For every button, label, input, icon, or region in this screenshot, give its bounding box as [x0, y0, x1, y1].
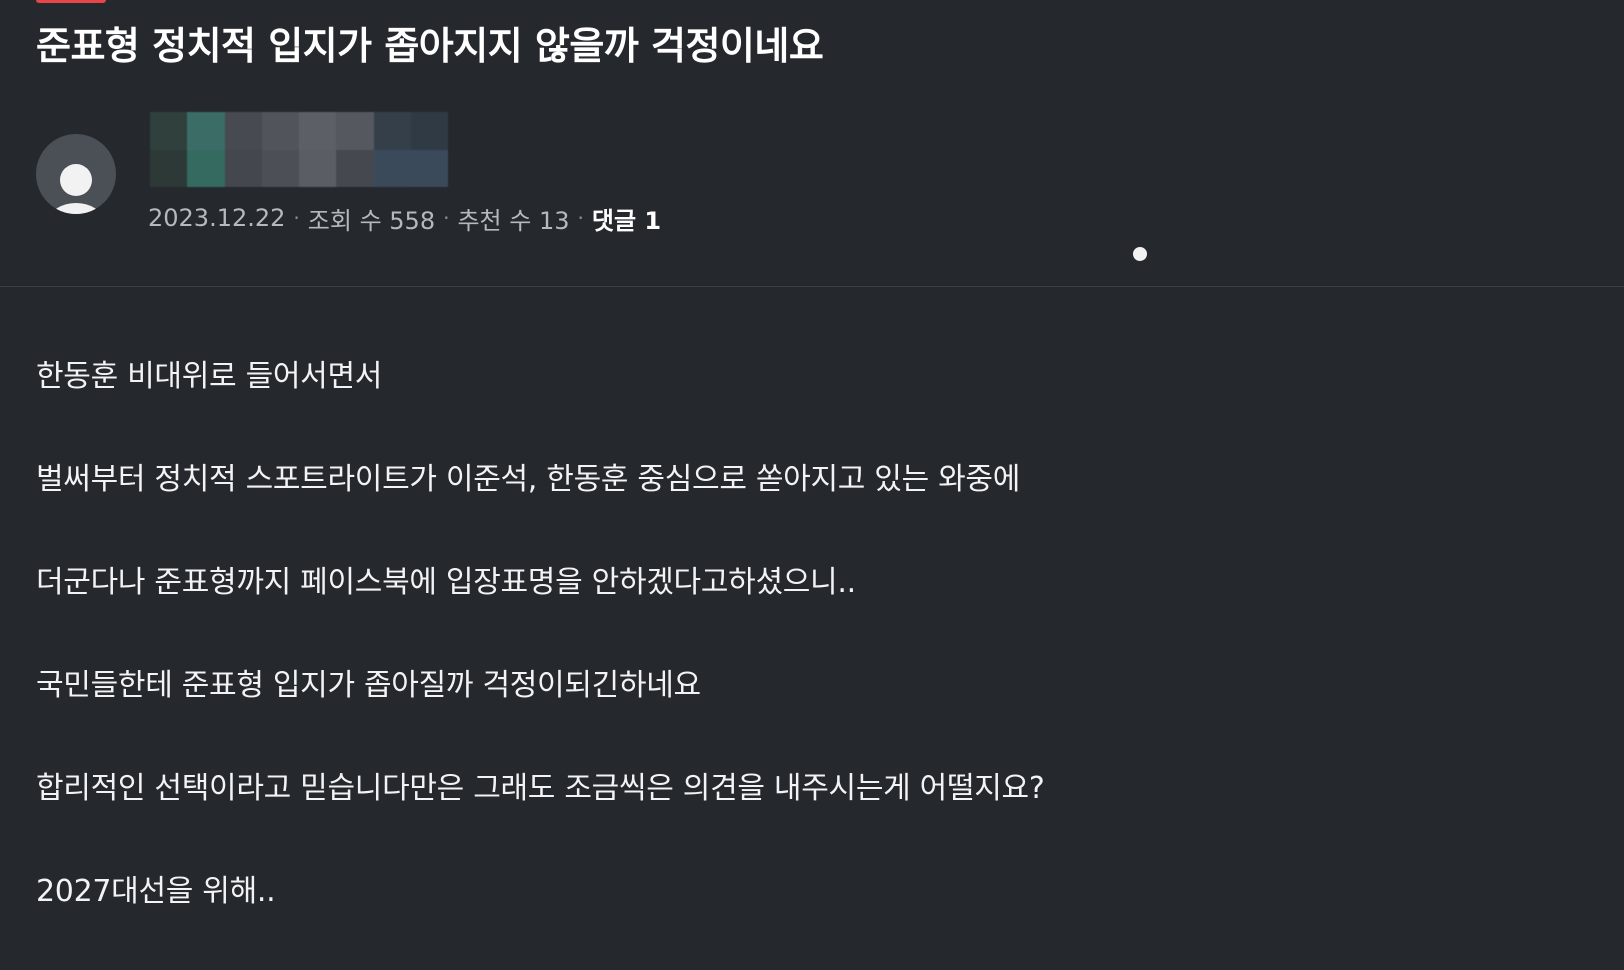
body-paragraph: 국민들한테 준표형 입지가 좁아질까 걱정이되긴하네요 [36, 668, 701, 703]
redaction-pixel [150, 112, 188, 150]
body-paragraph: 2027대선을 위해.. [36, 874, 276, 909]
redaction-pixel [410, 112, 448, 150]
mouse-cursor-dot [1133, 247, 1147, 261]
comment-count-link[interactable]: 댓글 1 [592, 201, 661, 236]
body-paragraph: 한동훈 비대위로 들어서면서 [36, 359, 383, 394]
author-section: 2023.12.22 · 조회 수 558 · 추천 수 13 · 댓글 1 [36, 112, 1576, 262]
redaction-pixel [373, 112, 411, 150]
header-divider [0, 286, 1624, 287]
view-count: 조회 수 558 [307, 206, 436, 235]
post-body: 한동훈 비대위로 들어서면서 벌써부터 정치적 스포트라이트가 이준석, 한동훈… [36, 352, 1536, 970]
post-date: 2023.12.22 [148, 204, 286, 232]
author-avatar[interactable] [36, 134, 116, 214]
redaction-pixel [187, 149, 225, 187]
meta-separator: · [293, 206, 300, 230]
redaction-pixel [261, 112, 299, 150]
redaction-pixel [187, 112, 225, 150]
redaction-pixel [299, 149, 337, 187]
body-paragraph: 벌써부터 정치적 스포트라이트가 이준석, 한동훈 중심으로 쏟아지고 있는 와… [36, 462, 1021, 497]
redaction-pixel [224, 112, 262, 150]
top-accent-bar [36, 0, 106, 3]
recommendation-count: 추천 수 13 [457, 206, 570, 235]
redaction-pixel [373, 149, 411, 187]
meta-separator: · [577, 206, 584, 230]
redaction-pixel [224, 149, 262, 187]
redaction-pixel [261, 149, 299, 187]
post-meta: 2023.12.22 · 조회 수 558 · 추천 수 13 · 댓글 1 [148, 200, 661, 236]
author-name-redacted[interactable] [150, 112, 448, 187]
redaction-pixel [336, 112, 374, 150]
redaction-pixel [410, 149, 448, 187]
redaction-pixel [150, 149, 188, 187]
body-paragraph: 합리적인 선택이라고 믿습니다만은 그래도 조금씩은 의견을 내주시는게 어떨지… [36, 771, 1045, 806]
post-title: 준표형 정치적 입지가 좁아지지 않을까 걱정이네요 [36, 24, 824, 68]
body-paragraph: 더군다나 준표형까지 페이스북에 입장표명을 안하겠다고하셨으니.. [36, 565, 856, 600]
redaction-pixel [299, 112, 337, 150]
redaction-pixel [336, 149, 374, 187]
meta-separator: · [443, 206, 450, 230]
